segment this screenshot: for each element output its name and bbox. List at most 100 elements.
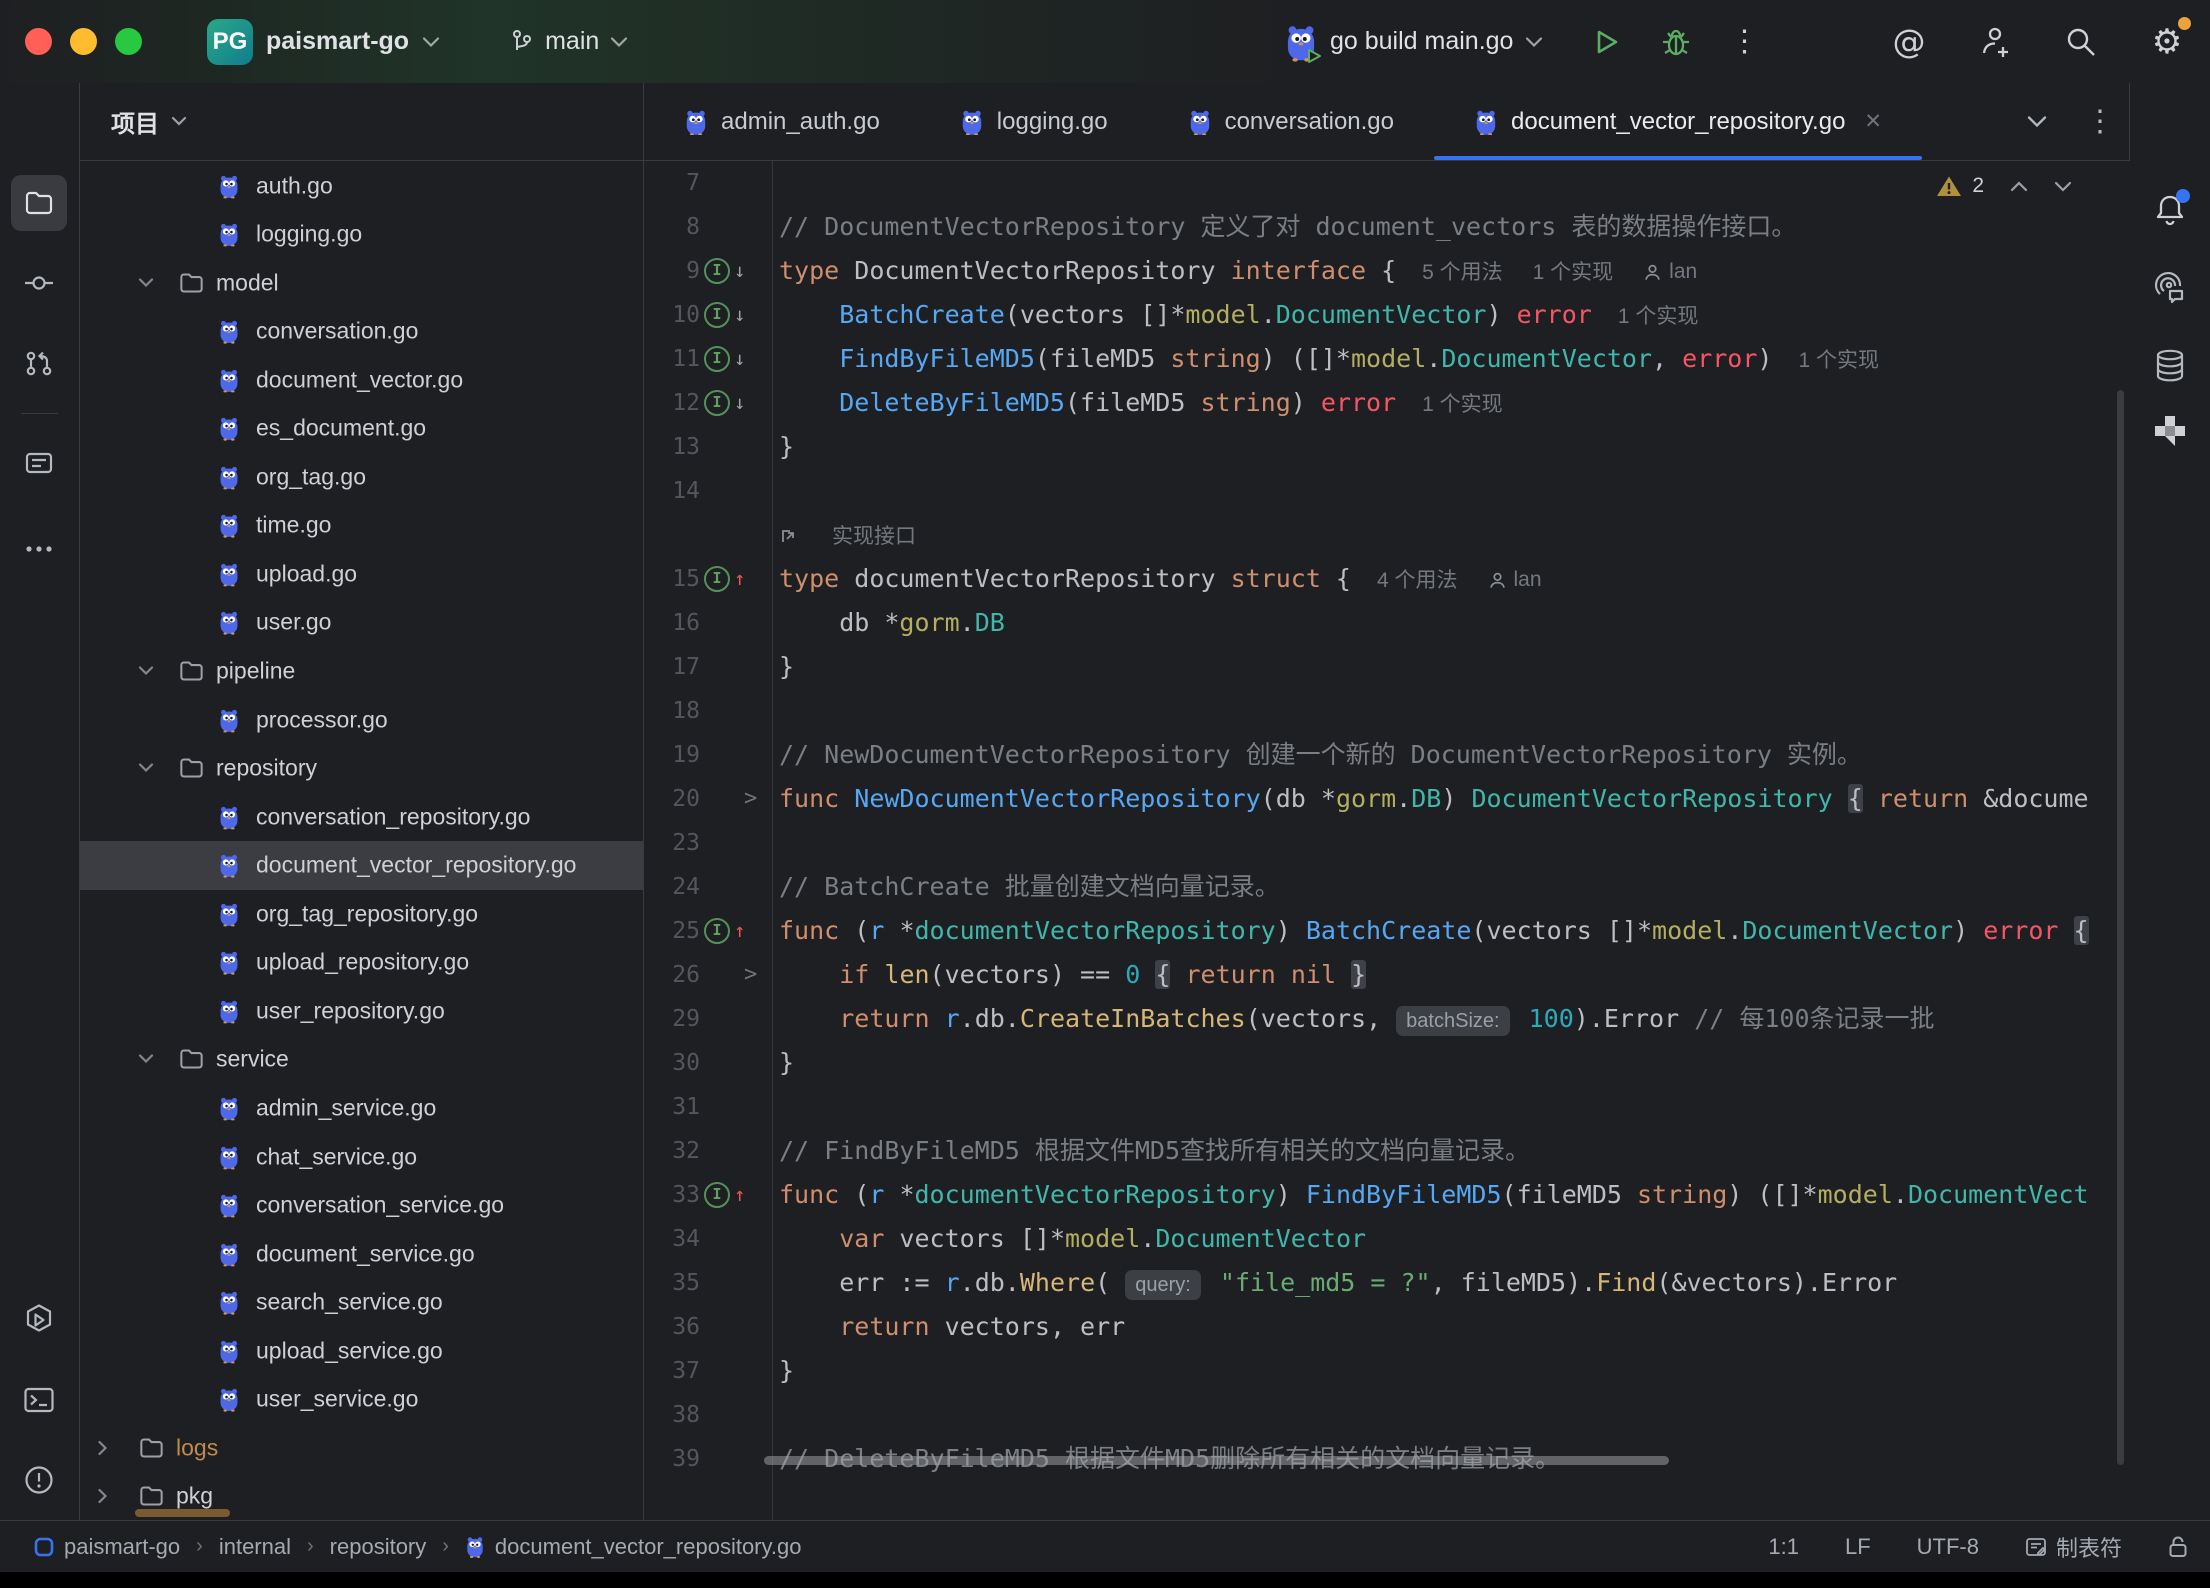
- tree-file-conversation-go[interactable]: conversation.go: [80, 307, 643, 356]
- editor-options-icon[interactable]: ⋮: [2085, 104, 2115, 139]
- chevron-down-icon[interactable]: [138, 666, 154, 676]
- breadcrumb-item-repository[interactable]: repository: [330, 1534, 427, 1560]
- tree-file-document_vector-go[interactable]: document_vector.go: [80, 355, 643, 404]
- caret-position[interactable]: 1:1: [1768, 1534, 1799, 1560]
- breadcrumb-item-paismart-go[interactable]: paismart-go: [34, 1534, 180, 1560]
- tree-file-user_repository-go[interactable]: user_repository.go: [80, 986, 643, 1035]
- more-tool-windows-button[interactable]: [11, 521, 67, 577]
- tree-file-upload_service-go[interactable]: upload_service.go: [80, 1326, 643, 1375]
- interface-implemented-gutter-icon[interactable]: I: [704, 258, 730, 284]
- add-user-button[interactable]: [1974, 21, 2016, 63]
- problems-tool-button[interactable]: [11, 1452, 67, 1508]
- plugin-button[interactable]: [2142, 401, 2198, 457]
- horizontal-scrollbar[interactable]: [764, 1456, 1669, 1465]
- project-widget[interactable]: PG paismart-go: [207, 19, 440, 65]
- pull-requests-tool-button[interactable]: [11, 335, 67, 391]
- line-separator[interactable]: LF: [1845, 1534, 1871, 1560]
- indent-style[interactable]: 制表符: [2025, 1531, 2122, 1563]
- tree-folder-logs[interactable]: logs: [80, 1423, 643, 1472]
- code-vision-hint[interactable]: 1 个实现: [1618, 305, 1699, 328]
- tree-file-upload-go[interactable]: upload.go: [80, 549, 643, 598]
- tree-file-conversation_repository-go[interactable]: conversation_repository.go: [80, 792, 643, 841]
- chevron-right-icon[interactable]: [98, 1440, 108, 1456]
- implements-interface-gutter-icon[interactable]: I: [704, 566, 730, 592]
- breadcrumb-item-internal[interactable]: internal: [219, 1534, 291, 1560]
- chevron-down-icon[interactable]: [1525, 36, 1543, 48]
- readonly-toggle[interactable]: [2168, 1535, 2188, 1559]
- tree-file-org_tag-go[interactable]: org_tag.go: [80, 452, 643, 501]
- code-vision-hint[interactable]: 1 个实现: [1798, 349, 1879, 372]
- commit-tool-button[interactable]: [11, 255, 67, 311]
- tree-file-logging-go[interactable]: logging.go: [80, 210, 643, 259]
- interface-implemented-gutter-icon[interactable]: I: [704, 390, 730, 416]
- terminal-tool-button[interactable]: [11, 1372, 67, 1428]
- tree-file-admin_service-go[interactable]: admin_service.go: [80, 1083, 643, 1132]
- code-vision-hint[interactable]: 4 个用法: [1377, 569, 1458, 592]
- ai-assistant-button[interactable]: @: [1888, 21, 1930, 63]
- author-hint[interactable]: lan: [1643, 250, 1697, 294]
- debug-button[interactable]: [1655, 21, 1697, 63]
- editor-tab-document_vector_repository-go[interactable]: document_vector_repository.go✕: [1434, 83, 1922, 160]
- chevron-down-icon[interactable]: [138, 763, 154, 773]
- prev-warning-icon[interactable]: [2010, 181, 2028, 192]
- code-vision-hint[interactable]: 实现接口: [832, 525, 916, 548]
- code-editor[interactable]: 78// DocumentVectorRepository 定义了对 docum…: [644, 161, 2130, 1521]
- editor-tab-admin_auth-go[interactable]: admin_auth.go: [644, 83, 920, 160]
- breadcrumb-item-document_vector_repository-go[interactable]: document_vector_repository.go: [465, 1534, 802, 1560]
- database-button[interactable]: [2142, 338, 2198, 394]
- notifications-button[interactable]: [2142, 183, 2198, 239]
- settings-button[interactable]: ⚙: [2146, 21, 2188, 63]
- close-window-button[interactable]: [25, 28, 52, 55]
- vcs-branch-widget[interactable]: main: [508, 27, 628, 56]
- project-tree-title[interactable]: 项目: [111, 104, 187, 139]
- fold-marker-icon[interactable]: >: [744, 777, 757, 821]
- services-tool-button[interactable]: [11, 1292, 67, 1348]
- search-everywhere-button[interactable]: [2060, 21, 2102, 63]
- tree-file-user-go[interactable]: user.go: [80, 598, 643, 647]
- tree-folder-model[interactable]: model: [80, 258, 643, 307]
- tree-file-search_service-go[interactable]: search_service.go: [80, 1278, 643, 1327]
- tree-folder-repository[interactable]: repository: [80, 744, 643, 793]
- tree-folder-pipeline[interactable]: pipeline: [80, 647, 643, 696]
- structure-tool-button[interactable]: [11, 435, 67, 491]
- tree-file-user_service-go[interactable]: user_service.go: [80, 1375, 643, 1424]
- tree-folder-service[interactable]: service: [80, 1035, 643, 1084]
- vertical-scrollbar[interactable]: [2117, 390, 2124, 1465]
- tree-file-document_service-go[interactable]: document_service.go: [80, 1229, 643, 1278]
- editor-tab-conversation-go[interactable]: conversation.go: [1148, 83, 1434, 160]
- zoom-window-button[interactable]: [115, 28, 142, 55]
- tree-file-upload_repository-go[interactable]: upload_repository.go: [80, 938, 643, 987]
- tree-file-es_document-go[interactable]: es_document.go: [80, 404, 643, 453]
- inspections-widget[interactable]: 2: [1936, 174, 2072, 198]
- project-tool-button[interactable]: [11, 175, 67, 231]
- file-encoding[interactable]: UTF-8: [1917, 1534, 1979, 1560]
- interface-implemented-gutter-icon[interactable]: I: [704, 346, 730, 372]
- chevron-down-icon[interactable]: [138, 278, 154, 288]
- tree-file-processor-go[interactable]: processor.go: [80, 695, 643, 744]
- run-configuration[interactable]: go build main.go: [1330, 27, 1513, 56]
- ai-chat-button[interactable]: [2142, 260, 2198, 316]
- fold-marker-icon[interactable]: >: [744, 953, 757, 997]
- code-vision-hint[interactable]: 1 个实现: [1533, 261, 1614, 284]
- tree-file-time-go[interactable]: time.go: [80, 501, 643, 550]
- tab-list-chevron-icon[interactable]: [2027, 115, 2047, 128]
- tree-file-conversation_service-go[interactable]: conversation_service.go: [80, 1181, 643, 1230]
- chevron-right-icon[interactable]: [98, 1488, 108, 1504]
- interface-implemented-gutter-icon[interactable]: I: [704, 302, 730, 328]
- close-tab-icon[interactable]: ✕: [1864, 109, 1882, 134]
- code-vision-hint[interactable]: 5 个用法: [1422, 261, 1503, 284]
- minimize-window-button[interactable]: [70, 28, 97, 55]
- chevron-down-icon[interactable]: [138, 1054, 154, 1064]
- run-button[interactable]: [1585, 21, 1627, 63]
- implements-interface-gutter-icon[interactable]: I: [704, 918, 730, 944]
- code-vision-hint[interactable]: 1 个实现: [1422, 393, 1503, 416]
- tree-file-auth-go[interactable]: auth.go: [80, 161, 643, 210]
- author-hint[interactable]: lan: [1488, 558, 1542, 602]
- tree-file-document_vector_repository-go[interactable]: document_vector_repository.go: [80, 841, 643, 890]
- tree-file-chat_service-go[interactable]: chat_service.go: [80, 1132, 643, 1181]
- implements-interface-gutter-icon[interactable]: I: [704, 1182, 730, 1208]
- next-warning-icon[interactable]: [2054, 181, 2072, 192]
- more-actions-button[interactable]: ⋮: [1723, 21, 1765, 63]
- editor-tab-logging-go[interactable]: logging.go: [920, 83, 1148, 160]
- tree-file-org_tag_repository-go[interactable]: org_tag_repository.go: [80, 889, 643, 938]
